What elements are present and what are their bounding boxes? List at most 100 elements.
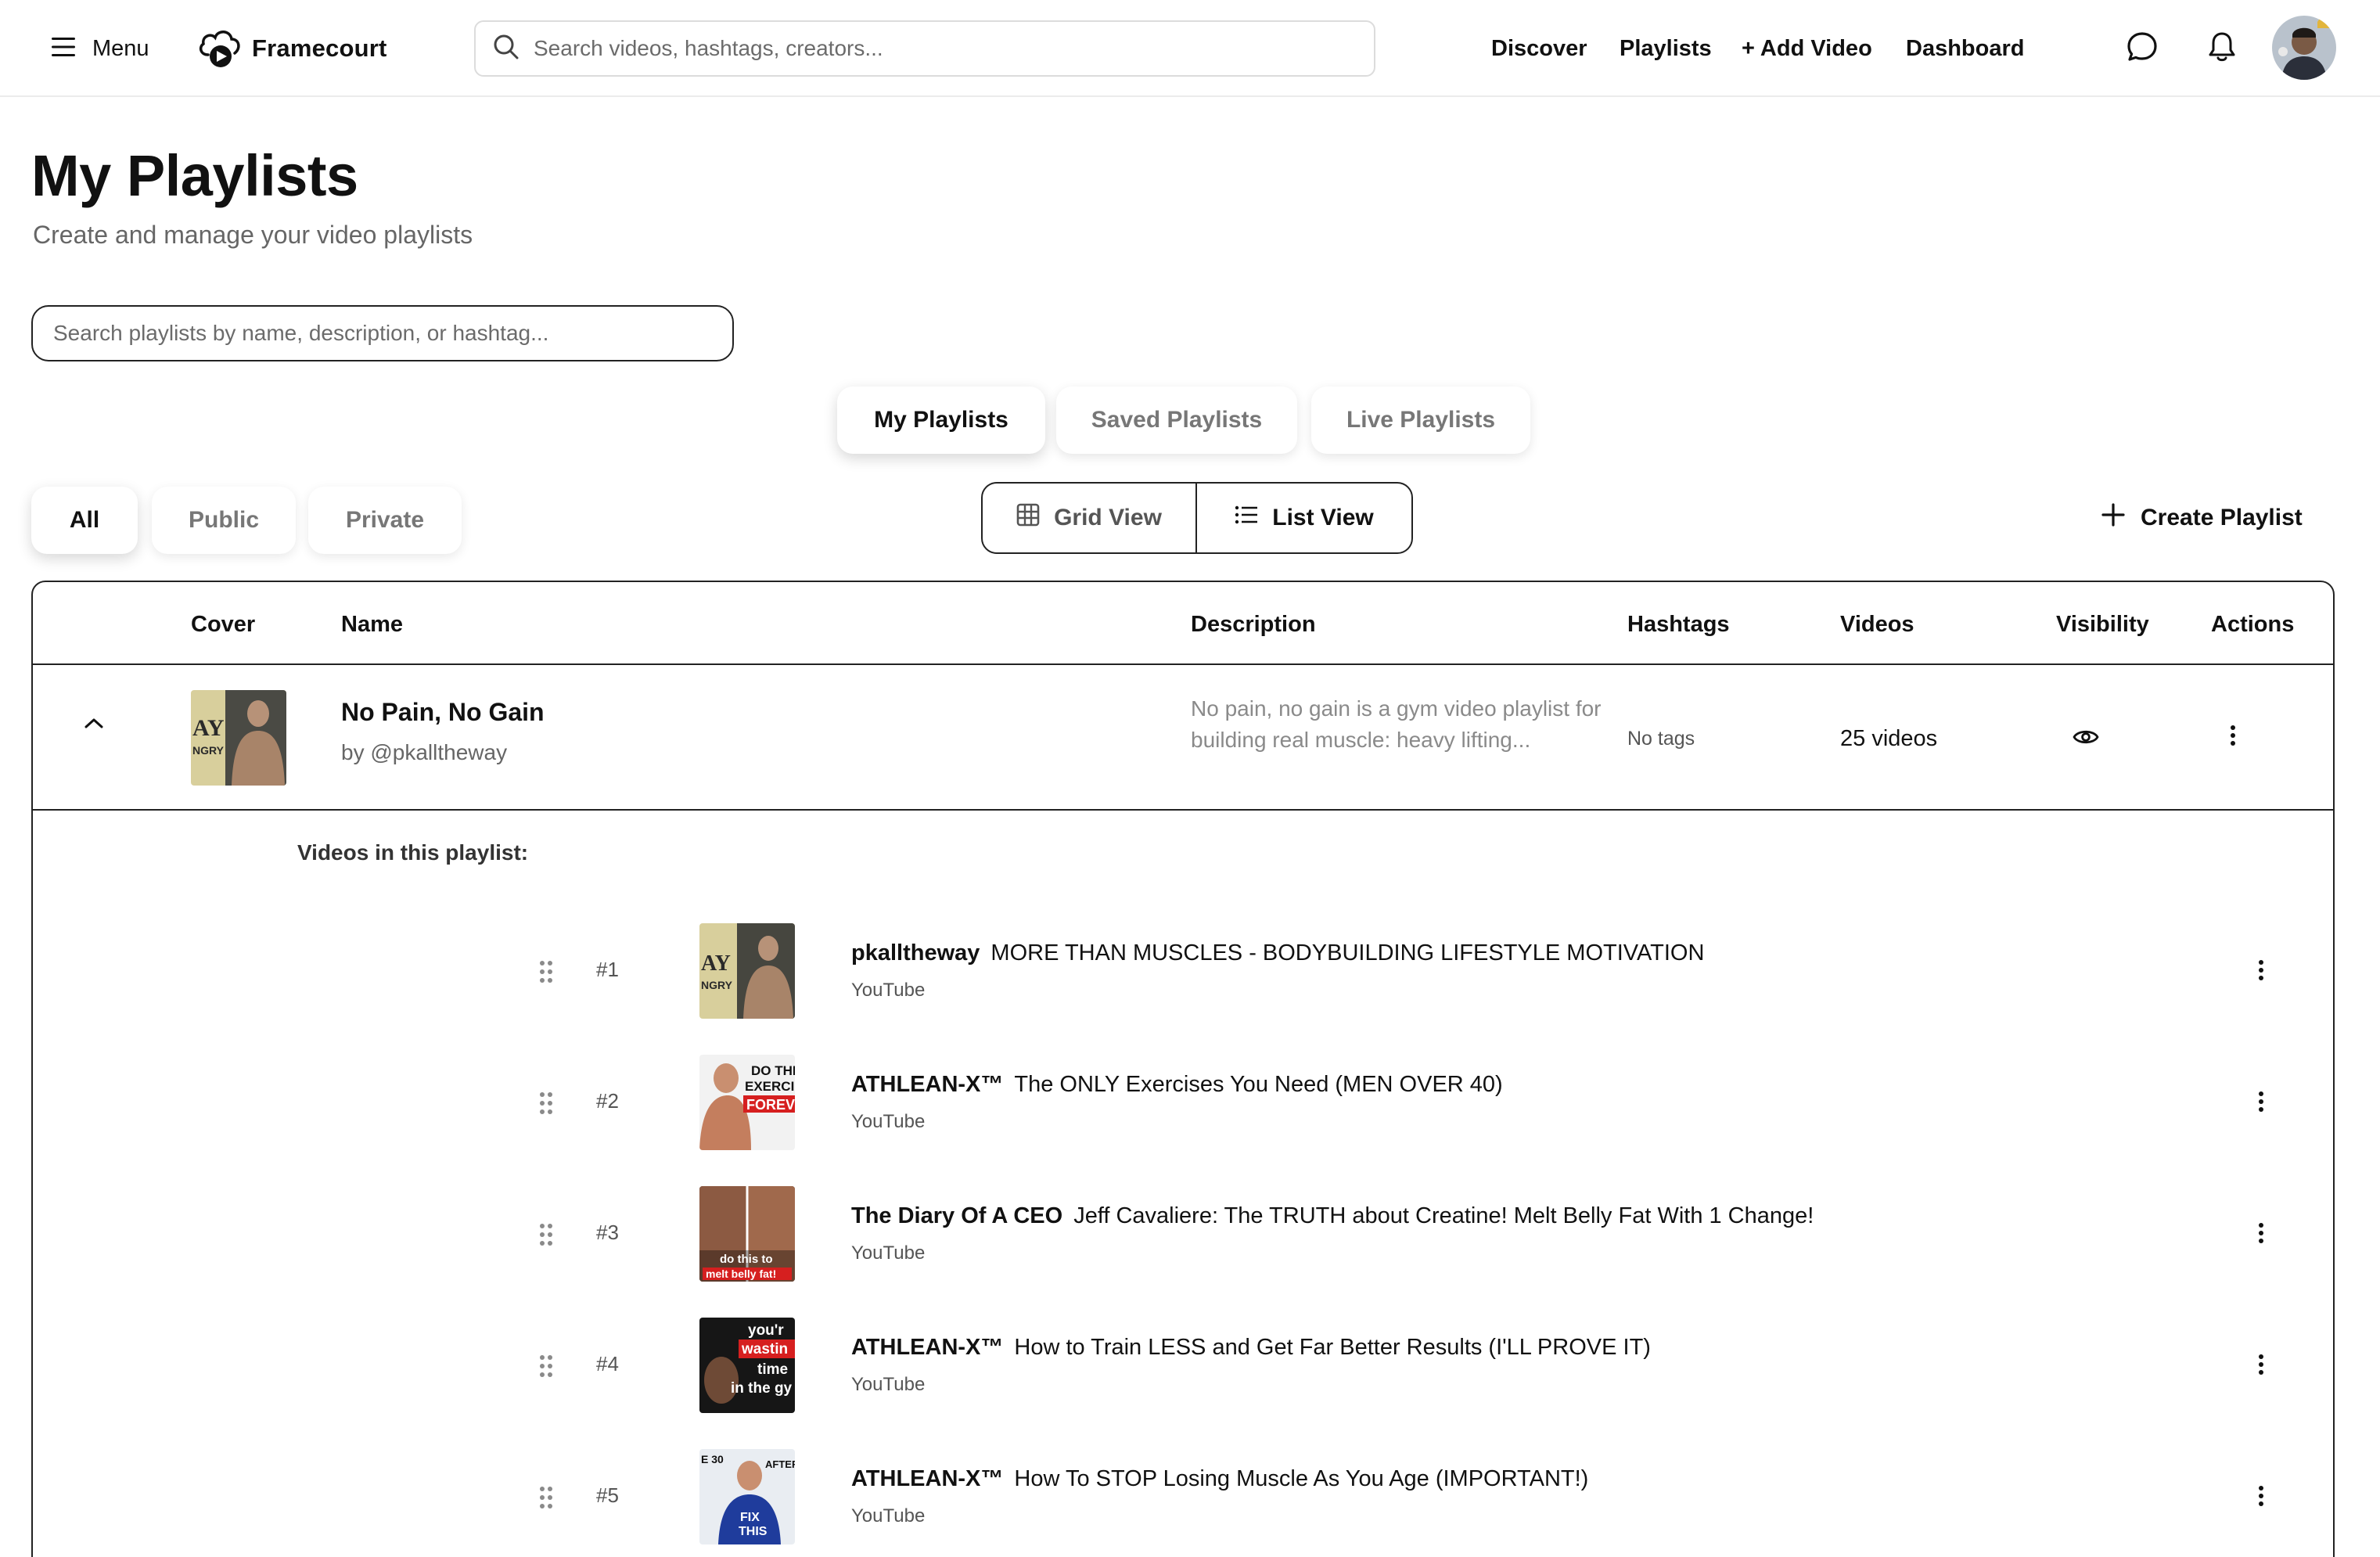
user-avatar[interactable] (2272, 16, 2336, 80)
video-more-button[interactable] (2244, 1480, 2278, 1515)
list-item[interactable]: #1 AY NGRY pkalltheway MORE THAN MUSCLES … (33, 923, 2333, 1020)
nav-link-discover[interactable]: Discover (1491, 36, 1587, 62)
video-position: #5 (596, 1483, 619, 1507)
filter-all[interactable]: All (31, 487, 138, 554)
video-creator[interactable]: ATHLEAN-X™ (851, 1466, 1003, 1491)
drag-handle-icon[interactable] (530, 1217, 562, 1252)
filter-private[interactable]: Private (308, 487, 462, 554)
video-creator[interactable]: ATHLEAN-X™ (851, 1072, 1003, 1097)
video-thumbnail[interactable]: AY NGRY (699, 923, 795, 1019)
svg-text:AFTER 3: AFTER 3 (765, 1458, 795, 1470)
chat-bubble-icon (2126, 31, 2159, 67)
video-position: #3 (596, 1221, 619, 1244)
video-creator[interactable]: ATHLEAN-X™ (851, 1335, 1003, 1360)
video-title[interactable]: The ONLY Exercises You Need (MEN OVER 40… (1014, 1072, 1502, 1097)
header-description: Description (1191, 612, 1316, 637)
video-source: YouTube (851, 980, 926, 1001)
more-vertical-icon (2258, 959, 2264, 985)
tab-my-playlists[interactable]: My Playlists (837, 387, 1045, 454)
grid-view-label: Grid View (1054, 505, 1162, 530)
video-source: YouTube (851, 1374, 926, 1395)
drag-handle-icon[interactable] (530, 1086, 562, 1120)
list-item[interactable]: #5 E 30 AFTER 3 FIX THIS ATHLEAN-X™ How T… (33, 1449, 2333, 1546)
svg-text:THIS: THIS (739, 1525, 768, 1538)
video-title[interactable]: MORE THAN MUSCLES - BODYBUILDING LIFESTY… (990, 940, 1704, 965)
page-title: My Playlists (31, 143, 358, 208)
tab-saved-playlists[interactable]: Saved Playlists (1056, 387, 1297, 454)
messages-button[interactable] (2122, 28, 2162, 69)
video-position: #2 (596, 1089, 619, 1113)
grid-icon (1016, 503, 1040, 533)
video-more-button[interactable] (2244, 1217, 2278, 1252)
video-position: #1 (596, 958, 619, 981)
video-source: YouTube (851, 1111, 926, 1132)
header-actions: Actions (2211, 612, 2295, 637)
video-title[interactable]: Jeff Cavaliere: The TRUTH about Creatine… (1073, 1203, 1814, 1228)
playlist-search (31, 305, 734, 361)
list-item[interactable]: #3 do this to melt belly fat! The Diary … (33, 1186, 2333, 1283)
svg-text:do this to: do this to (720, 1253, 773, 1266)
video-source: YouTube (851, 1505, 926, 1526)
drag-handle-icon[interactable] (530, 1349, 562, 1383)
video-more-button[interactable] (2244, 955, 2278, 989)
drag-handle-icon[interactable] (530, 955, 562, 989)
tab-live-playlists[interactable]: Live Playlists (1311, 387, 1530, 454)
video-thumbnail[interactable]: do this to melt belly fat! (699, 1186, 795, 1282)
playlist-description: No pain, no gain is a gym video playlist… (1191, 696, 1602, 752)
playlist-cover-image[interactable]: AY NGRY (191, 690, 286, 786)
svg-text:NGRY: NGRY (701, 979, 733, 991)
video-title-line[interactable]: The Diary Of A CEO Jeff Cavaliere: The TR… (851, 1203, 1814, 1229)
video-title[interactable]: How To STOP Losing Muscle As You Age (IM… (1014, 1466, 1588, 1491)
svg-text:DO THI: DO THI (751, 1063, 795, 1078)
video-creator[interactable]: The Diary Of A CEO (851, 1203, 1062, 1228)
video-creator[interactable]: pkalltheway (851, 940, 980, 965)
create-playlist-label: Create Playlist (2141, 505, 2303, 530)
list-view-button[interactable]: List View (1197, 484, 1411, 552)
menu-button[interactable]: Menu (52, 28, 149, 69)
svg-text:in the gy: in the gy (731, 1380, 793, 1397)
playlist-owner: by @pkalltheway (341, 740, 508, 764)
video-more-button[interactable] (2244, 1086, 2278, 1120)
table-header: Cover Name Description Hashtags Videos V… (33, 582, 2333, 665)
video-title-line[interactable]: ATHLEAN-X™ How to Train LESS and Get Far … (851, 1335, 1651, 1361)
page-subtitle: Create and manage your video playlists (33, 221, 473, 249)
video-thumbnail[interactable]: E 30 AFTER 3 FIX THIS (699, 1449, 795, 1544)
svg-text:EXERCI: EXERCI (745, 1079, 794, 1094)
nav-link-add-video[interactable]: + Add Video (1742, 36, 1872, 62)
create-playlist-button[interactable]: Create Playlist (2101, 498, 2303, 538)
playlist-name[interactable]: No Pain, No Gain (341, 698, 545, 727)
collapse-button[interactable] (77, 707, 111, 742)
nav-link-dashboard[interactable]: Dashboard (1906, 36, 2024, 62)
svg-text:FOREV: FOREV (746, 1097, 795, 1113)
video-thumbnail[interactable]: you'r wastin time in the gy (699, 1318, 795, 1413)
video-thumbnail[interactable]: DO THI EXERCI FOREV (699, 1055, 795, 1150)
svg-text:FIX: FIX (740, 1511, 760, 1524)
list-item[interactable]: #2 DO THI EXERCI FOREV ATHLEAN-X™ The ONL… (33, 1055, 2333, 1152)
brand-logo[interactable]: Framecourt (196, 23, 387, 74)
playlist-search-input[interactable] (53, 321, 710, 346)
video-title-line[interactable]: ATHLEAN-X™ How To STOP Losing Muscle As Y… (851, 1466, 1588, 1492)
playlist-more-button[interactable] (2216, 720, 2250, 754)
filter-public[interactable]: Public (152, 487, 296, 554)
svg-text:AY: AY (701, 951, 731, 976)
video-more-button[interactable] (2244, 1349, 2278, 1383)
playlists-table: Cover Name Description Hashtags Videos V… (31, 581, 2335, 1557)
svg-text:E 30: E 30 (701, 1453, 724, 1465)
nav-link-playlists[interactable]: Playlists (1620, 36, 1712, 62)
list-item[interactable]: #4 you'r wastin time in the gy ATHLEAN-X… (33, 1318, 2333, 1415)
cloud-play-logo-icon (196, 23, 246, 74)
video-title[interactable]: How to Train LESS and Get Far Better Res… (1014, 1335, 1651, 1360)
more-vertical-icon (2230, 725, 2236, 750)
video-title-line[interactable]: pkalltheway MORE THAN MUSCLES - BODYBUILD… (851, 940, 1704, 966)
grid-view-button[interactable]: Grid View (983, 484, 1197, 552)
more-vertical-icon (2258, 1222, 2264, 1248)
video-title-line[interactable]: ATHLEAN-X™ The ONLY Exercises You Need (M… (851, 1072, 1503, 1098)
playlist-hashtags: No tags (1627, 728, 1695, 750)
svg-text:you'r: you'r (748, 1322, 784, 1339)
table-row[interactable]: AY NGRY No Pain, No Gain by @pkalltheway… (33, 665, 2333, 811)
notifications-button[interactable] (2202, 28, 2242, 69)
svg-text:NGRY: NGRY (192, 744, 225, 757)
global-search-input[interactable] (534, 36, 1355, 61)
header-visibility: Visibility (2056, 612, 2149, 637)
drag-handle-icon[interactable] (530, 1480, 562, 1515)
